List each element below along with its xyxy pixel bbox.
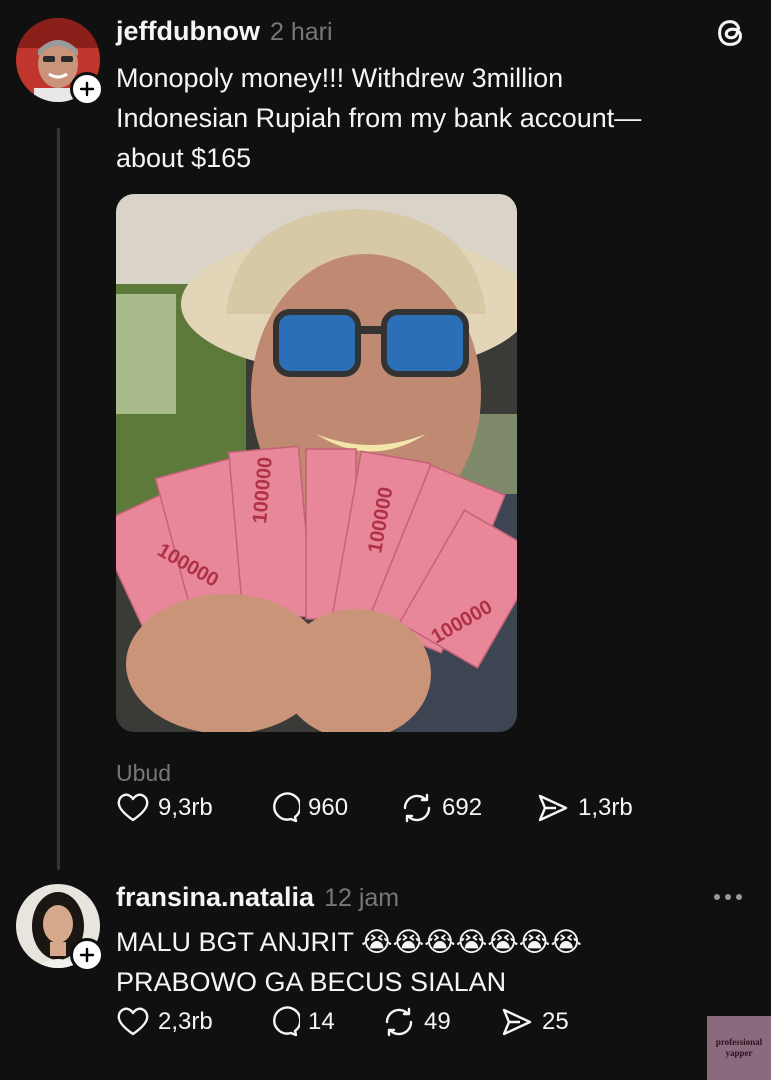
share-icon (538, 794, 568, 822)
avatar-jeffdubnow[interactable] (16, 18, 104, 106)
repost-icon (403, 793, 431, 823)
share-count: 1,3rb (578, 794, 633, 821)
reply-icon (273, 792, 300, 823)
avatar-fransina-natalia[interactable] (16, 884, 104, 972)
username[interactable]: jeffdubnow (116, 16, 260, 47)
post-location[interactable]: Ubud (116, 760, 171, 787)
repost-button[interactable]: 49 (382, 1005, 451, 1039)
more-icon (736, 894, 742, 900)
reply-count: 960 (308, 794, 349, 821)
post-jeffdubnow: jeffdubnow 2 hari Monopoly money!!! With… (0, 0, 771, 870)
reply-button[interactable]: 14 (266, 1005, 335, 1039)
more-icon (714, 894, 720, 900)
like-count: 9,3rb (158, 794, 213, 821)
threads-logo-icon[interactable] (712, 14, 750, 52)
post-timestamp: 2 hari (269, 18, 333, 46)
watermark: professional yapper (707, 1016, 771, 1080)
share-icon (502, 1008, 532, 1036)
repost-button[interactable]: 692 (400, 791, 482, 825)
like-button[interactable]: 2,3rb (116, 1005, 213, 1039)
share-count: 25 (542, 1008, 569, 1035)
heart-icon (117, 793, 149, 822)
post-timestamp: 12 jam (324, 884, 400, 912)
share-button[interactable]: 25 (500, 1005, 569, 1039)
post-header: jeffdubnow 2 hari (116, 16, 333, 47)
post-text: MALU BGT ANJRIT 😭😭😭😭😭😭😭 PRABOWO GA BECUS… (116, 927, 582, 997)
like-count: 2,3rb (158, 1008, 213, 1035)
share-button[interactable]: 1,3rb (536, 791, 633, 825)
post-photo[interactable]: 100000 100000 100000 100000 (116, 194, 517, 732)
username[interactable]: fransina.natalia (116, 882, 314, 913)
follow-button[interactable] (70, 72, 104, 106)
post-fransina-natalia: fransina.natalia 12 jam MALU BGT ANJRIT … (0, 870, 771, 1080)
post-text: Monopoly money!!! Withdrew 3million Indo… (116, 63, 642, 173)
like-button[interactable]: 9,3rb (116, 791, 213, 825)
post-header: fransina.natalia 12 jam (116, 882, 399, 913)
follow-button[interactable] (70, 938, 104, 972)
reply-count: 14 (308, 1008, 335, 1035)
repost-count: 49 (424, 1008, 451, 1035)
plus-icon (79, 947, 95, 963)
more-options-button[interactable] (714, 888, 748, 906)
more-icon (725, 894, 731, 900)
reply-button[interactable]: 960 (266, 791, 348, 825)
photo-man-with-banknotes: 100000 100000 100000 100000 (116, 194, 517, 732)
thread-connector-line (57, 128, 60, 870)
heart-icon (117, 1007, 149, 1036)
plus-icon (79, 81, 95, 97)
repost-icon (385, 1007, 413, 1037)
reply-icon (273, 1006, 300, 1037)
repost-count: 692 (442, 794, 483, 821)
